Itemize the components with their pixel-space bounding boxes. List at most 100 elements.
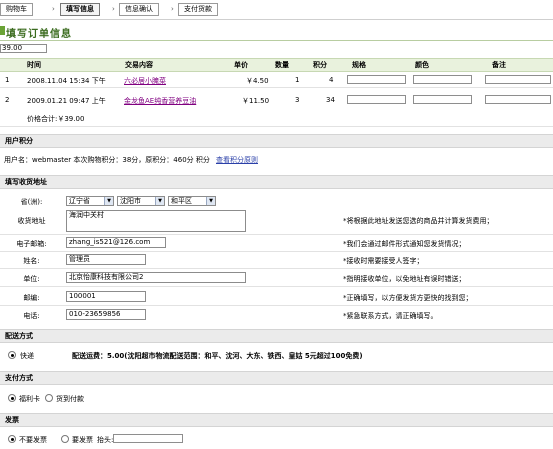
name-note: *接收时需要接受人签字； [343,257,424,265]
row-no: 1 [5,76,10,84]
zip-field[interactable]: 100001 [66,291,146,302]
remark-input[interactable] [485,95,551,104]
shipping-express-label: 快递 [20,352,34,360]
row-time: 2008.11.04 15:34 下午 [27,77,106,85]
shipping-section-header: 配送方式 [0,329,553,343]
email-note: *我们会通过邮件形式通知您发货情况； [343,240,466,248]
step-arrow-icon: › [112,5,115,13]
col-price: 单价 [234,61,248,69]
payment-cod-label: 货到付款 [56,395,84,403]
col-points: 积分 [313,61,327,69]
step-pay[interactable]: 支付货款 [178,3,218,16]
payment-section-title: 支付方式 [5,374,33,382]
row-points: 34 [326,96,335,104]
invoice-header-label: 抬头: [97,436,114,444]
row-price: ￥11.50 [242,97,270,105]
phone-field[interactable]: 010-23659856 [66,309,146,320]
province-label: 省(洲): [20,198,43,206]
remark-input[interactable] [485,75,551,84]
address-note: *将根据此地址发送您选的商品并计算发货费用； [343,217,494,225]
points-section-header: 用户积分 [0,134,553,148]
row-divider [0,268,553,269]
district-value: 和平区 [171,197,192,205]
row-qty: 3 [295,96,300,104]
divider [0,19,553,20]
col-item: 交易内容 [125,61,153,69]
page-title: 填写订单信息 [6,29,72,40]
invoice-section-header: 发票 [0,413,553,427]
spec-input[interactable] [347,95,406,104]
district-select[interactable]: 和平区 ▼ [168,196,216,206]
step-arrow-icon: › [171,5,174,13]
address-section-header: 填写收货地址 [0,175,553,189]
email-field[interactable]: zhang_is521@126.com [66,237,166,248]
row-no: 2 [5,96,10,104]
name-field[interactable]: 管理员 [66,254,146,265]
points-text: 用户名：webmaster 本次购物积分：38分，原积分：460分 积分 [4,156,210,164]
address-section-title: 填写收货地址 [5,178,47,186]
city-select[interactable]: 沈阳市 ▼ [117,196,165,206]
invoice-section-title: 发票 [5,416,19,424]
invoice-none-radio[interactable] [8,435,16,443]
color-input[interactable] [413,75,472,84]
col-time: 时间 [27,61,41,69]
city-value: 沈阳市 [120,197,141,205]
step-arrow-icon: › [52,5,55,13]
shipping-section-title: 配送方式 [5,332,33,340]
col-color: 颜色 [415,61,429,69]
address-textarea[interactable]: 海润中关村 [66,210,246,232]
row-item-link[interactable]: 六必居小腌菜 [124,76,166,86]
row-item-link[interactable]: 金龙鱼AE纯香营养豆油 [124,96,196,106]
invoice-header-input[interactable] [113,434,183,443]
step-fill-info[interactable]: 填写信息 [60,3,100,16]
row-divider [0,305,553,306]
email-label: 电子邮箱: [16,240,47,248]
unit-note: *指明接收单位，以免地址有误时错送； [343,275,466,283]
address-label: 收货地址 [17,217,46,225]
invoice-need-label: 要发票 [72,436,93,444]
col-spec: 规格 [352,61,366,69]
invoice-none-label: 不要发票 [19,436,47,444]
chevron-down-icon: ▼ [104,197,113,205]
step-confirm[interactable]: 信息确认 [119,3,159,16]
total-top-field: 39.00 [0,44,47,53]
row-time: 2009.01.21 09:47 上午 [27,97,106,105]
phone-label: 电话: [23,312,40,320]
unit-label: 单位: [23,275,40,283]
row-divider [0,87,553,88]
step-cart[interactable]: 购物车 [0,3,33,16]
points-section-title: 用户积分 [5,137,33,145]
title-marker-icon [0,26,5,35]
row-divider [0,286,553,287]
province-select[interactable]: 辽宁省 ▼ [66,196,114,206]
row-divider [0,251,553,252]
shipping-desc: 配送运费：5.00(沈阳超市物流配送范围：和平、沈河、大东、铁西、皇姑 5元超过… [72,352,363,360]
row-qty: 1 [295,76,300,84]
name-label: 姓名: [23,257,40,265]
title-underline [0,40,553,41]
row-price: ￥4.50 [246,77,269,85]
row-points: 4 [329,76,334,84]
col-remark: 备注 [492,61,506,69]
payment-card-radio[interactable] [8,394,16,402]
order-table-header: 时间 交易内容 单价 数量 积分 规格 颜色 备注 [0,58,553,72]
province-value: 辽宁省 [69,197,90,205]
col-qty: 数量 [275,61,289,69]
chevron-down-icon: ▼ [206,197,215,205]
color-input[interactable] [413,95,472,104]
points-rules-link[interactable]: 查看积分原则 [216,155,258,165]
zip-note: *正确填写，以方便发货方更快的找到您； [343,294,473,302]
payment-card-label: 福利卡 [19,395,40,403]
row-divider [0,126,553,127]
payment-cod-radio[interactable] [45,394,53,402]
chevron-down-icon: ▼ [155,197,164,205]
phone-note: *紧急联系方式，请正确填写。 [343,312,438,320]
zip-label: 邮编: [23,294,40,302]
shipping-express-radio[interactable] [8,351,16,359]
price-total: 价格合计:￥39.00 [27,115,85,123]
payment-section-header: 支付方式 [0,371,553,385]
spec-input[interactable] [347,75,406,84]
unit-field[interactable]: 北京怡康科技有限公司2 [66,272,246,283]
invoice-need-radio[interactable] [61,435,69,443]
row-divider [0,234,553,235]
